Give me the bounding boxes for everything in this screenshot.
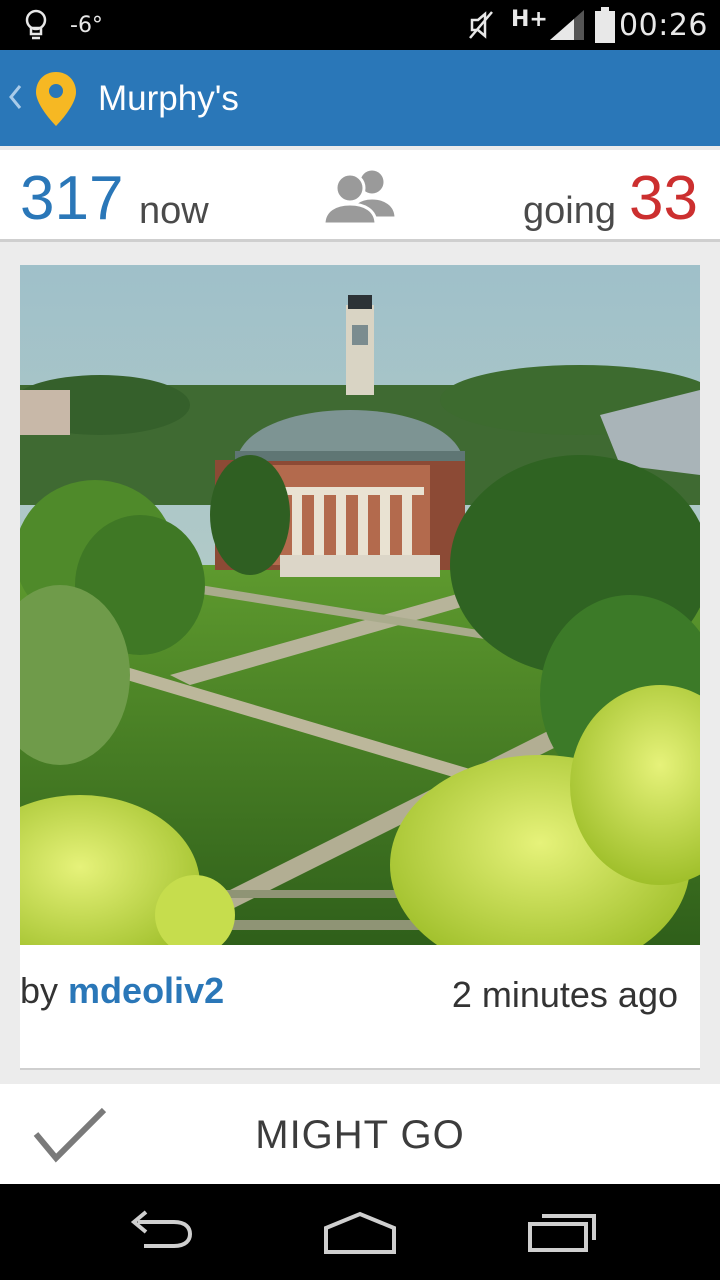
people-icon[interactable] <box>320 164 400 233</box>
back-icon[interactable] <box>124 1208 196 1263</box>
clock-text: 00:26 <box>619 7 708 43</box>
lightbulb-icon <box>22 0 50 50</box>
going-label: going <box>523 190 616 232</box>
photo-card[interactable] <box>20 265 700 1068</box>
action-bar: Murphy's <box>0 50 720 146</box>
home-icon[interactable] <box>322 1208 398 1263</box>
signal-icon <box>548 0 586 50</box>
going-count: 33 <box>629 164 698 233</box>
back-chevron-icon[interactable] <box>6 80 24 119</box>
battery-icon <box>594 0 616 50</box>
now-label: now <box>139 190 209 232</box>
place-title[interactable]: Murphy's <box>98 50 239 146</box>
status-bar: -6° H+ 00:26 <box>0 0 720 50</box>
post-time-ago: 2 minutes ago <box>451 974 678 1015</box>
network-type-text: H+ <box>511 6 548 32</box>
mute-icon <box>466 0 496 50</box>
location-pin-icon[interactable] <box>34 70 78 133</box>
might-go-button[interactable]: MIGHT GO <box>0 1084 720 1184</box>
by-prefix: by <box>20 970 59 1011</box>
author-link[interactable]: mdeoliv2 <box>68 970 224 1011</box>
might-go-label: MIGHT GO <box>255 1113 465 1157</box>
temperature-text: -6° <box>70 12 103 38</box>
system-nav-bar <box>0 1184 720 1280</box>
stats-card: 317 now going 33 <box>0 150 720 242</box>
app-screen: -6° H+ 00:26 Murphy's 317 now going 33 b… <box>0 0 720 1280</box>
recents-icon[interactable] <box>524 1208 600 1263</box>
post-byline: by mdeoliv2 <box>20 970 224 1012</box>
post-photo[interactable] <box>20 265 700 945</box>
now-count: 317 <box>20 164 124 233</box>
